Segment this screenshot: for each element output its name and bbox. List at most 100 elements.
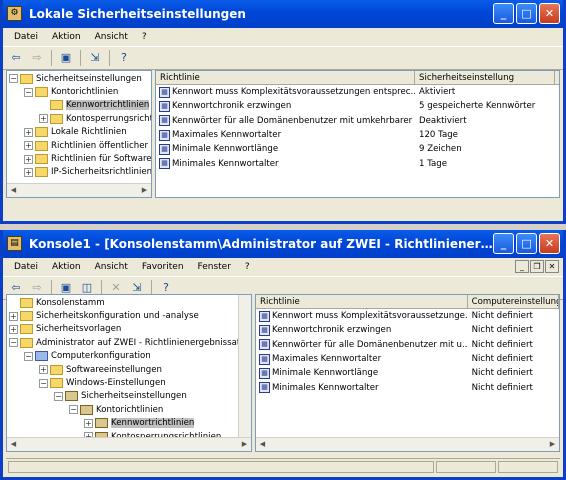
menu-item-[interactable]: ? — [135, 32, 154, 42]
expand-icon[interactable]: + — [24, 167, 33, 177]
minimize-button[interactable]: _ — [493, 3, 514, 24]
column-header-policy[interactable]: Richtlinie — [256, 295, 468, 308]
close-button[interactable]: ✕ — [539, 233, 560, 254]
policy-value: Deaktiviert — [419, 115, 467, 126]
policy-name: Kennwörter für alle Domänenbenutzer mit … — [172, 115, 415, 126]
maximize-button[interactable]: □ — [516, 233, 537, 254]
tree-item-label: Softwareeinstellungen — [66, 364, 162, 375]
status-pane — [498, 461, 558, 473]
list-row[interactable]: ▦ Kennwortchronik erzwingen 5 gespeicherte… — [156, 99, 559, 113]
policy-icon: ▦ — [159, 86, 170, 98]
tree-item-label: Lokale Richtlinien — [51, 127, 127, 138]
expand-icon[interactable]: + — [24, 141, 33, 151]
expand-icon[interactable]: + — [84, 418, 93, 428]
menu-item-ansicht[interactable]: Ansicht — [88, 32, 135, 42]
menu-item-favoriten[interactable]: Favoriten — [135, 262, 191, 272]
policy-icon: ▦ — [259, 367, 270, 379]
column-header-setting[interactable]: Sicherheitseinstellung — [415, 71, 555, 84]
column-header-computer-setting[interactable]: Computereinstellung — [468, 295, 559, 308]
policy-icon: ▦ — [259, 382, 270, 394]
collapse-icon[interactable]: − — [39, 378, 48, 388]
list-row[interactable]: ▦ Kennwortchronik erzwingen Nicht definier… — [256, 323, 559, 337]
tree-item[interactable]: + Richtlinien für Softwareeinschränkung — [9, 152, 151, 165]
tree-item[interactable]: + IP-Sicherheitsrichtlinien auf lokalem C… — [9, 166, 151, 179]
list-row[interactable]: ▦ Kennwörter für alle Domänenbenutzer mit… — [256, 338, 559, 352]
list-row[interactable]: ▦ Kennwörter für alle Domänenbenutzer mit… — [156, 114, 559, 128]
child-restore-button[interactable]: ❐ — [530, 260, 544, 273]
forward-icon[interactable]: ⇨ — [28, 49, 46, 67]
list-row[interactable]: ▦ Minimale Kennwortlänge Nicht definiert — [256, 366, 559, 380]
policy-value: 1 Tage — [419, 158, 448, 169]
menu-bar: Datei Aktion Ansicht Favoriten Fenster? _ ❐ … — [3, 258, 563, 276]
policy-icon: ▦ — [159, 143, 170, 155]
tree-item[interactable]: + Sicherheitsvorlagen — [9, 323, 251, 336]
tree-item[interactable]: + Lokale Richtlinien — [9, 126, 151, 139]
tree-item[interactable]: + Richtlinien öffentlicher Schlüssel — [9, 139, 151, 152]
tree-item-label: Kontosperrungsrichtlinien — [66, 113, 151, 124]
policy-name-cell: ▦ Kennwort muss Komplexitätsvoraussetzung… — [256, 310, 468, 322]
list-row[interactable]: ▦ Kennwort muss Komplexitätsvoraussetzung… — [156, 85, 559, 99]
list-row[interactable]: ▦ Minimales Kennwortalter 1 Tage — [156, 156, 559, 170]
tree-item[interactable]: − Kontorichtlinien — [9, 403, 251, 416]
menu-item-datei[interactable]: Datei — [7, 32, 45, 42]
tree-item[interactable]: + Softwareeinstellungen — [9, 363, 251, 376]
up-folder-icon[interactable]: ▣ — [57, 49, 75, 67]
maximize-button[interactable]: □ — [516, 3, 537, 24]
horizontal-scrollbar[interactable]: ◀ ▶ — [7, 437, 251, 451]
child-minimize-button[interactable]: _ — [515, 260, 529, 273]
tree-item[interactable]: − Administrator auf ZWEI - Richtlinienerg… — [9, 336, 251, 349]
tree-item[interactable]: + Kontosperrungsrichtlinien — [9, 112, 151, 125]
tree-item-label: Kontorichtlinien — [51, 87, 119, 98]
expand-icon[interactable]: + — [9, 324, 18, 334]
menu-item-aktion[interactable]: Aktion — [45, 32, 88, 42]
toolbar-separator — [109, 50, 110, 66]
tree-item[interactable]: + Kennwortrichtlinien — [9, 417, 251, 430]
expand-icon[interactable]: + — [39, 365, 48, 375]
collapse-icon[interactable]: − — [54, 391, 63, 401]
close-button[interactable]: ✕ — [539, 3, 560, 24]
title-bar[interactable]: ▤ Konsole1 - [Konsolenstamm\Administrato… — [3, 230, 563, 258]
policy-icon: ▦ — [259, 353, 270, 365]
collapse-icon[interactable]: − — [24, 351, 33, 361]
expand-icon[interactable]: + — [24, 154, 33, 164]
tree-item[interactable]: − Sicherheitseinstellungen — [9, 72, 151, 85]
tree-item[interactable]: Kennwortrichtlinien — [9, 99, 151, 112]
expand-icon[interactable]: + — [24, 127, 33, 137]
policy-icon: ▦ — [159, 158, 170, 170]
back-icon[interactable]: ⇦ — [7, 49, 25, 67]
horizontal-scrollbar[interactable]: ◀ ▶ — [256, 437, 559, 451]
collapse-icon[interactable]: − — [9, 74, 18, 84]
tree-item[interactable]: − Kontorichtlinien — [9, 85, 151, 98]
collapse-icon[interactable]: − — [69, 405, 78, 415]
tree-item[interactable]: − Windows-Einstellungen — [9, 376, 251, 389]
tree-item-label: Windows-Einstellungen — [66, 378, 166, 389]
help-icon[interactable]: ? — [115, 49, 133, 67]
menu-item-[interactable]: ? — [238, 262, 257, 272]
list-row[interactable]: ▦ Minimale Kennwortlänge 9 Zeichen — [156, 142, 559, 156]
title-bar[interactable]: ⚙ Lokale Sicherheitseinstellungen _ □ ✕ — [3, 0, 563, 28]
menu-item-fenster[interactable]: Fenster — [191, 262, 238, 272]
collapse-icon[interactable]: − — [9, 338, 18, 348]
list-row[interactable]: ▦ Kennwort muss Komplexitätsvoraussetzung… — [256, 309, 559, 323]
minimize-button[interactable]: _ — [493, 233, 514, 254]
expand-icon[interactable]: + — [9, 311, 18, 321]
list-row[interactable]: ▦ Maximales Kennwortalter 120 Tage — [156, 128, 559, 142]
list-row[interactable]: ▦ Maximales Kennwortalter Nicht definiert — [256, 352, 559, 366]
child-close-button[interactable]: ✕ — [545, 260, 559, 273]
tree-item[interactable]: Konsolenstamm — [9, 296, 251, 309]
tree-item[interactable]: + Sicherheitskonfiguration und -analyse — [9, 309, 251, 322]
tree-item-label: Sicherheitseinstellungen — [36, 73, 142, 84]
vertical-scrollbar[interactable] — [238, 295, 251, 437]
horizontal-scrollbar[interactable]: ◀ ▶ — [7, 183, 151, 197]
menu-item-ansicht[interactable]: Ansicht — [88, 262, 135, 272]
tree-item[interactable]: − Sicherheitseinstellungen — [9, 390, 251, 403]
column-header-policy[interactable]: Richtlinie — [156, 71, 415, 84]
policy-name: Maximales Kennwortalter — [272, 354, 382, 365]
tree-item[interactable]: − Computerkonfiguration — [9, 350, 251, 363]
collapse-icon[interactable]: − — [24, 87, 33, 97]
list-row[interactable]: ▦ Minimales Kennwortalter Nicht definiert — [256, 380, 559, 394]
menu-item-aktion[interactable]: Aktion — [45, 262, 88, 272]
export-list-icon[interactable]: ⇲ — [86, 49, 104, 67]
menu-item-datei[interactable]: Datei — [7, 262, 45, 272]
expand-icon[interactable]: + — [39, 114, 48, 124]
